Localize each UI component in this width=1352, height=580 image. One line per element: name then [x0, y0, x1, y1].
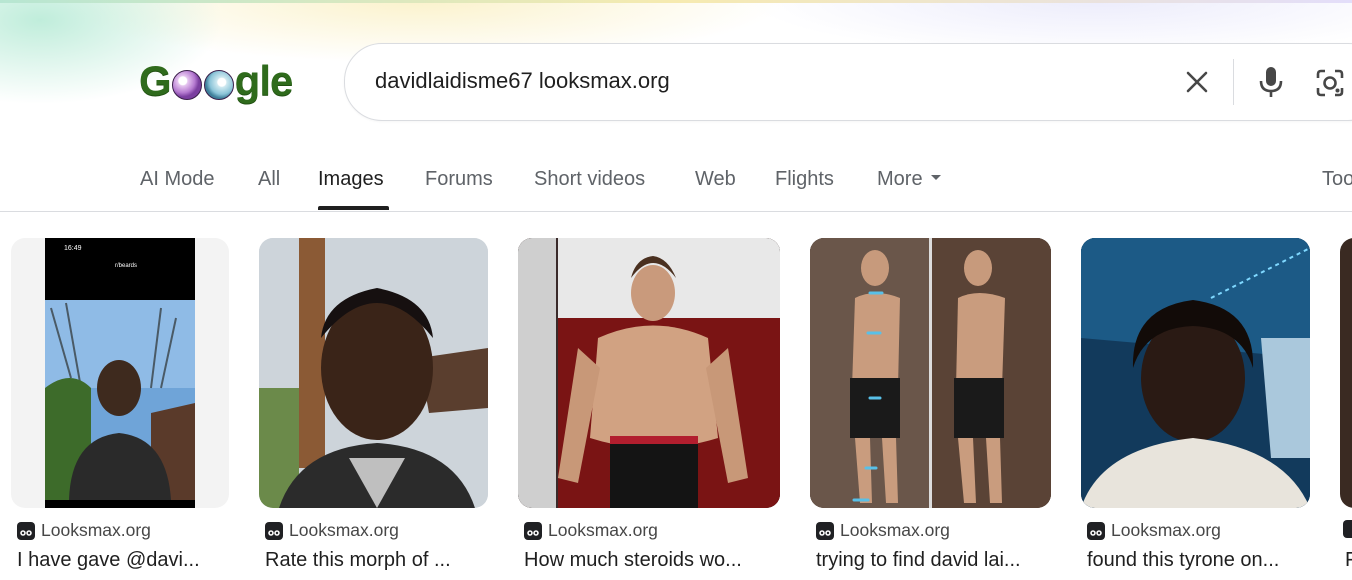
logo-ball-icon	[171, 70, 202, 100]
phone-subreddit: r/beards	[115, 263, 137, 269]
microphone-icon[interactable]	[1255, 64, 1287, 100]
looksmax-favicon-icon	[524, 521, 542, 540]
result-source[interactable]: Looksmax.org	[17, 520, 151, 541]
tab-web[interactable]: Web	[695, 168, 736, 191]
tab-forums[interactable]: Forums	[425, 168, 493, 191]
tab-ai-mode[interactable]: AI Mode	[140, 168, 214, 191]
result-source-label: Looksmax.org	[1111, 520, 1221, 540]
google-logo[interactable]: G gle	[139, 56, 294, 106]
search-input[interactable]: davidlaidisme67 looksmax.org	[375, 68, 670, 94]
result-title[interactable]: Rate this morph of ...	[265, 549, 487, 572]
result-title[interactable]: trying to find david lai...	[816, 549, 1048, 572]
result-title[interactable]: How much steroids wo...	[524, 549, 774, 572]
result-source-label: Looksmax.org	[548, 520, 658, 540]
result-source-label: Looksmax.org	[289, 520, 399, 540]
search-divider	[1233, 59, 1234, 105]
result-source-label: Looksmax.org	[41, 520, 151, 540]
result-thumbnail[interactable]	[259, 238, 488, 508]
tab-flights[interactable]: Flights	[775, 168, 834, 191]
result-favicon-icon	[1343, 520, 1352, 538]
active-tab-indicator	[318, 206, 389, 210]
looksmax-favicon-icon	[816, 521, 834, 540]
looksmax-favicon-icon	[17, 521, 35, 540]
camera-search-icon[interactable]	[1313, 66, 1347, 100]
tab-images[interactable]: Images	[318, 168, 384, 191]
result-thumbnail[interactable]	[518, 238, 780, 508]
search-tabs: AI Mode All Images Forums Short videos W…	[0, 160, 1352, 212]
phone-time: 16:49	[64, 245, 82, 252]
tab-more-label: More	[877, 168, 923, 190]
result-source[interactable]: Looksmax.org	[265, 520, 399, 541]
result-thumbnail[interactable]	[1081, 238, 1310, 508]
result-title[interactable]: I have gave @davi...	[17, 549, 227, 572]
tab-short-videos[interactable]: Short videos	[534, 168, 645, 191]
result-source[interactable]: Looksmax.org	[1087, 520, 1221, 541]
tab-tools[interactable]: Too	[1322, 168, 1352, 191]
clear-search-icon[interactable]	[1181, 66, 1213, 98]
tab-more[interactable]: More	[877, 168, 941, 191]
result-title[interactable]: F	[1345, 549, 1352, 572]
result-title[interactable]: found this tyrone on...	[1087, 549, 1309, 572]
result-thumbnail[interactable]	[810, 238, 1051, 508]
search-box[interactable]: davidlaidisme67 looksmax.org	[344, 43, 1352, 121]
result-thumbnail[interactable]	[1340, 238, 1352, 508]
looksmax-favicon-icon	[1087, 521, 1105, 540]
result-thumbnail[interactable]: 16:49 r/beards	[11, 238, 229, 508]
logo-ball-icon	[203, 70, 234, 100]
logo-suffix: gle	[234, 57, 294, 104]
looksmax-favicon-icon	[265, 521, 283, 540]
result-source[interactable]: Looksmax.org	[816, 520, 950, 541]
dropdown-caret-icon	[930, 175, 941, 181]
header-accent-line	[0, 0, 1352, 3]
tab-all[interactable]: All	[258, 168, 280, 191]
result-source[interactable]	[1343, 520, 1352, 538]
result-source-label: Looksmax.org	[840, 520, 950, 540]
logo-letter-g: G	[139, 57, 172, 104]
result-source[interactable]: Looksmax.org	[524, 520, 658, 541]
tabs-divider	[0, 211, 1352, 212]
